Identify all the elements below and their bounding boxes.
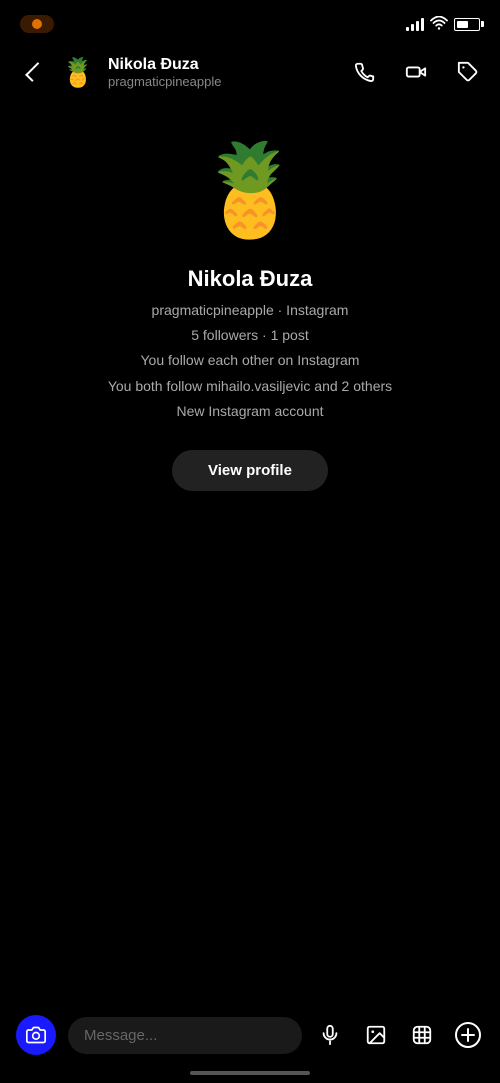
plus-button[interactable] [452, 1019, 484, 1051]
mutual-follow-line: You follow each other on Instagram [108, 348, 392, 373]
header-actions [348, 56, 484, 88]
battery-icon [454, 18, 480, 31]
status-dot [32, 19, 42, 29]
header-name: Nikola Đuza [108, 56, 338, 74]
camera-button[interactable] [16, 1015, 56, 1055]
followers-line: 5 followers · 1 post [108, 323, 392, 348]
profile-name: Nikola Đuza [188, 266, 313, 292]
header-username: pragmaticpineapple [108, 74, 338, 89]
status-pill [20, 15, 54, 33]
photo-button[interactable] [360, 1019, 392, 1051]
header-info: Nikola Đuza pragmaticpineapple [108, 56, 338, 89]
sticker-icon [411, 1024, 433, 1046]
photo-icon [365, 1024, 387, 1046]
view-profile-button[interactable]: View profile [172, 450, 328, 491]
chat-header: 🍍 Nikola Đuza pragmaticpineapple [0, 44, 500, 100]
back-button[interactable] [16, 56, 48, 88]
username-instagram-line: pragmaticpineapple · Instagram [108, 298, 392, 323]
video-icon [405, 61, 427, 83]
profile-meta: pragmaticpineapple · Instagram 5 followe… [108, 298, 392, 424]
profile-avatar-large: 🍍 [190, 130, 310, 250]
plus-icon [455, 1022, 481, 1048]
header-avatar: 🍍 [58, 52, 98, 92]
camera-icon [26, 1025, 46, 1045]
wifi-icon [430, 16, 448, 33]
mic-button[interactable] [314, 1019, 346, 1051]
status-bar [0, 0, 500, 44]
phone-button[interactable] [348, 56, 380, 88]
message-input[interactable]: Message... [68, 1017, 302, 1054]
tag-icon [457, 61, 479, 83]
tag-button[interactable] [452, 56, 484, 88]
sticker-button[interactable] [406, 1019, 438, 1051]
account-age-line: New Instagram account [108, 399, 392, 424]
mutual-users-line: You both follow mihailo.vasiljevic and 2… [108, 374, 392, 399]
home-indicator [190, 1071, 310, 1075]
profile-content: 🍍 Nikola Đuza pragmaticpineapple · Insta… [0, 100, 500, 511]
status-icons [406, 16, 480, 33]
signal-bars-icon [406, 17, 424, 31]
input-actions [314, 1019, 484, 1051]
message-placeholder: Message... [84, 1027, 157, 1044]
video-button[interactable] [400, 56, 432, 88]
back-chevron-icon [25, 62, 45, 82]
mic-icon [319, 1024, 341, 1046]
phone-icon [353, 61, 375, 83]
